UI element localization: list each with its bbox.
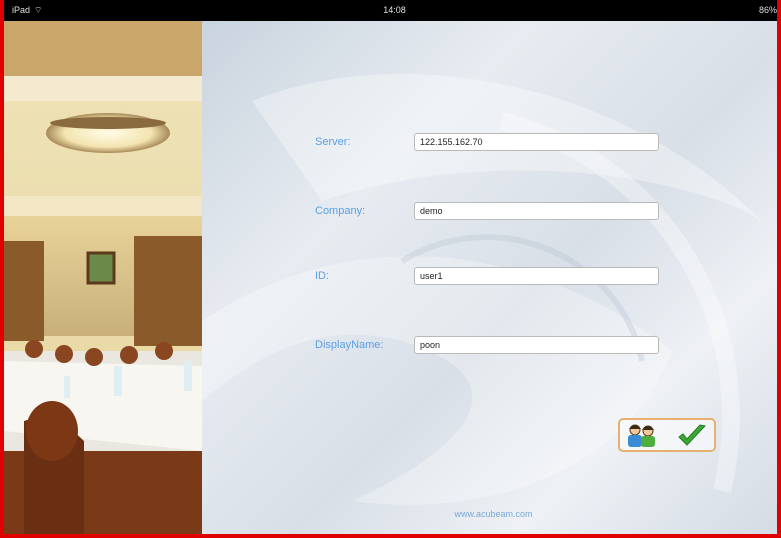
footer-website-link[interactable]: www.acubeam.com xyxy=(202,509,777,519)
login-panel: Server: Company: ID: DisplayName: xyxy=(202,21,777,534)
users-icon[interactable] xyxy=(626,423,658,449)
server-input[interactable] xyxy=(414,133,659,151)
company-input[interactable] xyxy=(414,202,659,220)
id-label: ID: xyxy=(315,270,330,282)
server-label: Server: xyxy=(315,136,351,148)
meeting-room-photo xyxy=(4,21,202,534)
status-bar: iPad ⌔ 14:08 86% xyxy=(4,0,777,21)
app-screen: iPad ⌔ 14:08 86% Server: 122.155.162.70 … xyxy=(0,0,781,538)
display-name-label: DisplayName: xyxy=(315,339,384,351)
battery-level: 86% xyxy=(758,5,777,15)
action-buttons xyxy=(618,418,716,452)
clock: 14:08 xyxy=(383,5,406,15)
id-input[interactable] xyxy=(414,267,659,285)
company-label: Company: xyxy=(315,205,366,217)
display-name-input[interactable] xyxy=(414,336,659,354)
checkmark-icon[interactable] xyxy=(676,423,708,449)
